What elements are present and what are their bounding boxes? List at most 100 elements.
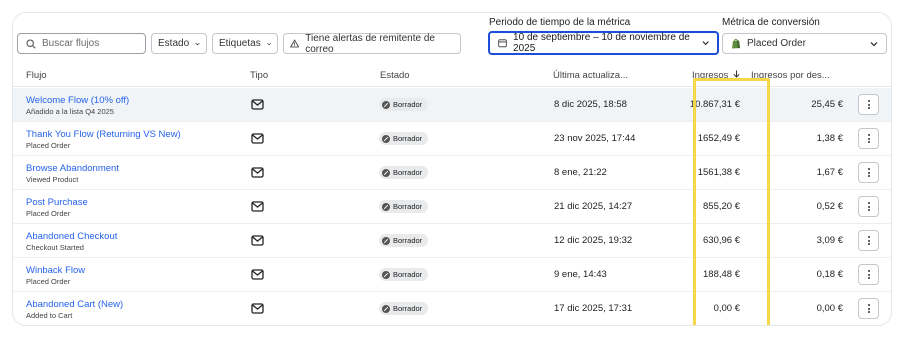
- status-badge: Borrador: [379, 166, 429, 179]
- revenue-per-recipient: 0,52 €: [816, 201, 843, 212]
- flow-name-link[interactable]: Thank You Flow (Returning VS New): [26, 129, 181, 140]
- flow-name-link[interactable]: Winback Flow: [26, 265, 85, 276]
- last-updated: 21 dic 2025, 14:27: [554, 201, 633, 212]
- search-icon: [26, 38, 36, 49]
- flow-name-link[interactable]: Abandoned Cart (New): [26, 299, 123, 310]
- flow-trigger: Placed Order: [26, 209, 71, 218]
- calendar-icon: [498, 39, 507, 48]
- more-vertical-icon: [867, 236, 870, 238]
- status-badge-label: Borrador: [393, 100, 423, 109]
- header-flujo[interactable]: Flujo: [26, 70, 47, 81]
- table-header: Flujo Tipo Estado Última actualiza... In…: [13, 67, 891, 87]
- flow-trigger: Checkout Started: [26, 243, 84, 252]
- table-row: Winback Flow Placed Order Borrador 9 ene…: [13, 258, 891, 292]
- more-vertical-icon: [867, 202, 870, 204]
- sender-alerts-label: Tiene alertas de remitente de correo: [305, 32, 435, 55]
- last-updated: 8 ene, 21:22: [554, 167, 607, 178]
- table-row: Abandoned Checkout Checkout Started Borr…: [13, 224, 891, 258]
- status-badge-label: Borrador: [393, 270, 423, 279]
- status-badge: Borrador: [379, 200, 429, 213]
- row-menu-button[interactable]: [858, 94, 879, 115]
- revenue-value: 855,20 €: [703, 201, 740, 212]
- search-input[interactable]: Buscar flujos: [17, 33, 146, 54]
- header-estado[interactable]: Estado: [380, 70, 410, 81]
- mail-icon: [251, 167, 264, 180]
- last-updated: 9 ene, 14:43: [554, 269, 607, 280]
- period-select[interactable]: 10 de septiembre – 10 de noviembre de 20…: [488, 31, 719, 55]
- period-value: 10 de septiembre – 10 de noviembre de 20…: [513, 32, 690, 54]
- mail-icon: [251, 99, 264, 112]
- revenue-per-recipient: 1,38 €: [816, 133, 843, 144]
- status-badge-label: Borrador: [393, 202, 423, 211]
- sender-alerts-filter[interactable]: Tiene alertas de remitente de correo: [283, 32, 461, 55]
- metric-label: Métrica de conversión: [722, 17, 820, 28]
- status-badge-label: Borrador: [393, 168, 423, 177]
- revenue-per-recipient: 25,45 €: [811, 99, 843, 110]
- row-menu-button[interactable]: [858, 298, 879, 319]
- flow-name-link[interactable]: Browse Abandonment: [26, 163, 119, 174]
- status-badge: Borrador: [379, 302, 429, 315]
- mail-icon: [251, 201, 264, 214]
- period-label: Periodo de tiempo de la métrica: [489, 17, 631, 28]
- metric-value: Placed Order: [747, 38, 806, 49]
- flow-trigger: Añadido a la lista Q4 2025: [26, 107, 114, 116]
- chevron-down-icon: [870, 41, 878, 46]
- row-menu-button[interactable]: [858, 196, 879, 217]
- row-menu-button[interactable]: [858, 162, 879, 183]
- revenue-per-recipient: 1,67 €: [816, 167, 843, 178]
- sort-desc-icon: [733, 70, 740, 78]
- status-badge-label: Borrador: [393, 304, 423, 313]
- revenue-value: 1652,49 €: [697, 133, 740, 144]
- mail-icon: [251, 133, 264, 146]
- flow-name-link[interactable]: Welcome Flow (10% off): [26, 95, 129, 106]
- row-menu-button[interactable]: [858, 230, 879, 251]
- revenue-per-recipient: 0,18 €: [816, 269, 843, 280]
- revenue-value: 0,00 €: [713, 303, 740, 314]
- status-badge-label: Borrador: [393, 236, 423, 245]
- estado-filter-label: Estado: [158, 38, 190, 49]
- etiquetas-filter-label: Etiquetas: [219, 38, 261, 49]
- revenue-per-recipient: 3,09 €: [816, 235, 843, 246]
- status-badge-label: Borrador: [393, 134, 423, 143]
- revenue-per-recipient: 0,00 €: [816, 303, 843, 314]
- draft-icon: [382, 100, 390, 109]
- flow-name-link[interactable]: Abandoned Checkout: [26, 231, 117, 242]
- table-row: Thank You Flow (Returning VS New) Placed…: [13, 122, 891, 156]
- more-vertical-icon: [867, 134, 870, 136]
- etiquetas-filter[interactable]: Etiquetas: [212, 33, 278, 54]
- more-vertical-icon: [867, 270, 870, 272]
- table-row: Abandoned Cart (New) Added to Cart Borra…: [13, 292, 891, 325]
- mail-icon: [251, 235, 264, 248]
- flow-name-link[interactable]: Post Purchase: [26, 197, 88, 208]
- status-badge: Borrador: [379, 268, 429, 281]
- more-vertical-icon: [867, 100, 870, 102]
- draft-icon: [382, 304, 390, 313]
- row-menu-button[interactable]: [858, 128, 879, 149]
- draft-icon: [382, 236, 390, 245]
- table-row: Welcome Flow (10% off) Añadido a la list…: [13, 88, 891, 122]
- search-placeholder: Buscar flujos: [42, 38, 100, 49]
- draft-icon: [382, 134, 390, 143]
- more-vertical-icon: [867, 168, 870, 170]
- table-row: Post Purchase Placed Order Borrador 21 d…: [13, 190, 891, 224]
- last-updated: 17 dic 2025, 17:31: [554, 303, 633, 314]
- shopify-icon: [732, 38, 740, 49]
- more-vertical-icon: [867, 304, 870, 306]
- header-ingresos[interactable]: Ingresos: [692, 70, 740, 81]
- metric-select[interactable]: Placed Order: [722, 33, 887, 54]
- last-updated: 23 nov 2025, 17:44: [554, 133, 636, 144]
- mail-icon: [251, 303, 264, 316]
- flows-card: Buscar flujos Estado Etiquetas Tiene ale…: [12, 12, 892, 326]
- row-menu-button[interactable]: [858, 264, 879, 285]
- header-tipo[interactable]: Tipo: [250, 70, 268, 81]
- status-badge: Borrador: [379, 132, 429, 145]
- flow-trigger: Placed Order: [26, 141, 71, 150]
- warning-icon: [290, 39, 300, 48]
- chevron-down-icon: [195, 42, 200, 45]
- mail-icon: [251, 269, 264, 282]
- header-ingresos-por-destinatario[interactable]: Ingresos por des...: [751, 70, 830, 81]
- header-ultima-actualizacion[interactable]: Última actualiza...: [553, 70, 628, 81]
- revenue-value: 630,96 €: [703, 235, 740, 246]
- revenue-value: 1561,38 €: [697, 167, 740, 178]
- estado-filter[interactable]: Estado: [151, 33, 207, 54]
